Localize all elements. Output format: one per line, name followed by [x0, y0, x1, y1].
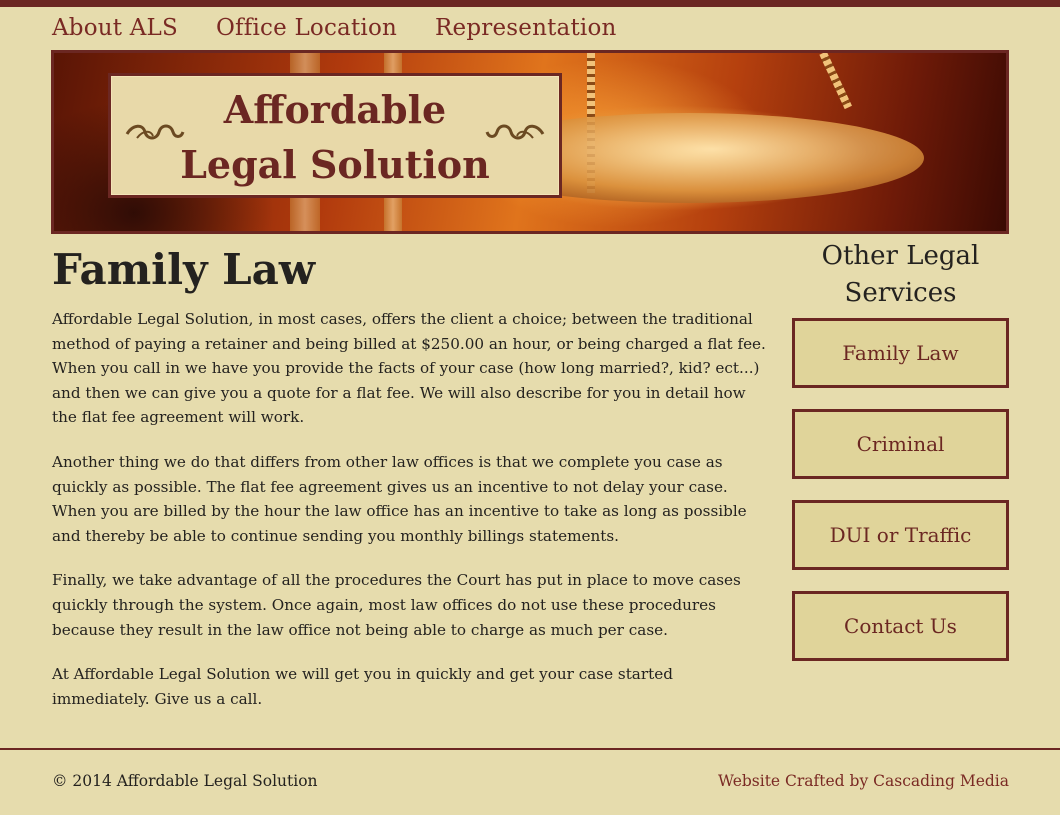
header-banner: Affordable Legal Solution — [51, 50, 1009, 234]
nav-item-representation[interactable]: Representation — [435, 12, 617, 46]
content-paragraph: Finally, we take advantage of all the pr… — [52, 571, 741, 639]
site-title-line1: Affordable — [223, 87, 447, 132]
service-button-dui-traffic[interactable]: DUI or Traffic — [792, 500, 1009, 570]
top-accent-bar — [0, 0, 1060, 7]
footer-copyright: © 2014 Affordable Legal Solution — [52, 772, 318, 790]
nav-item-about-als[interactable]: About ALS — [52, 12, 178, 46]
sidebar-title: Other Legal Services — [821, 241, 980, 308]
main-nav: About ALS Office Location Representation — [52, 12, 617, 46]
site-title: Affordable Legal Solution — [111, 82, 559, 192]
banner-chain — [819, 53, 852, 110]
service-button-criminal[interactable]: Criminal — [792, 409, 1009, 479]
content-paragraph: Affordable Legal Solution, in most cases… — [52, 310, 766, 427]
service-button-family-law[interactable]: Family Law — [792, 318, 1009, 388]
footer-divider — [0, 748, 1060, 750]
footer-credit-link[interactable]: Website Crafted by Cascading Media — [718, 772, 1009, 790]
site-title-box: Affordable Legal Solution — [108, 73, 562, 198]
service-button-contact-us[interactable]: Contact Us — [792, 591, 1009, 661]
content-paragraph: At Affordable Legal Solution we will get… — [52, 665, 673, 708]
page-title: Family Law — [52, 245, 316, 294]
main-content: Affordable Legal Solution, in most cases… — [52, 307, 767, 731]
site-title-line2: Legal Solution — [180, 142, 490, 187]
content-paragraph: Another thing we do that differs from ot… — [52, 452, 747, 545]
nav-item-office-location[interactable]: Office Location — [216, 12, 397, 46]
